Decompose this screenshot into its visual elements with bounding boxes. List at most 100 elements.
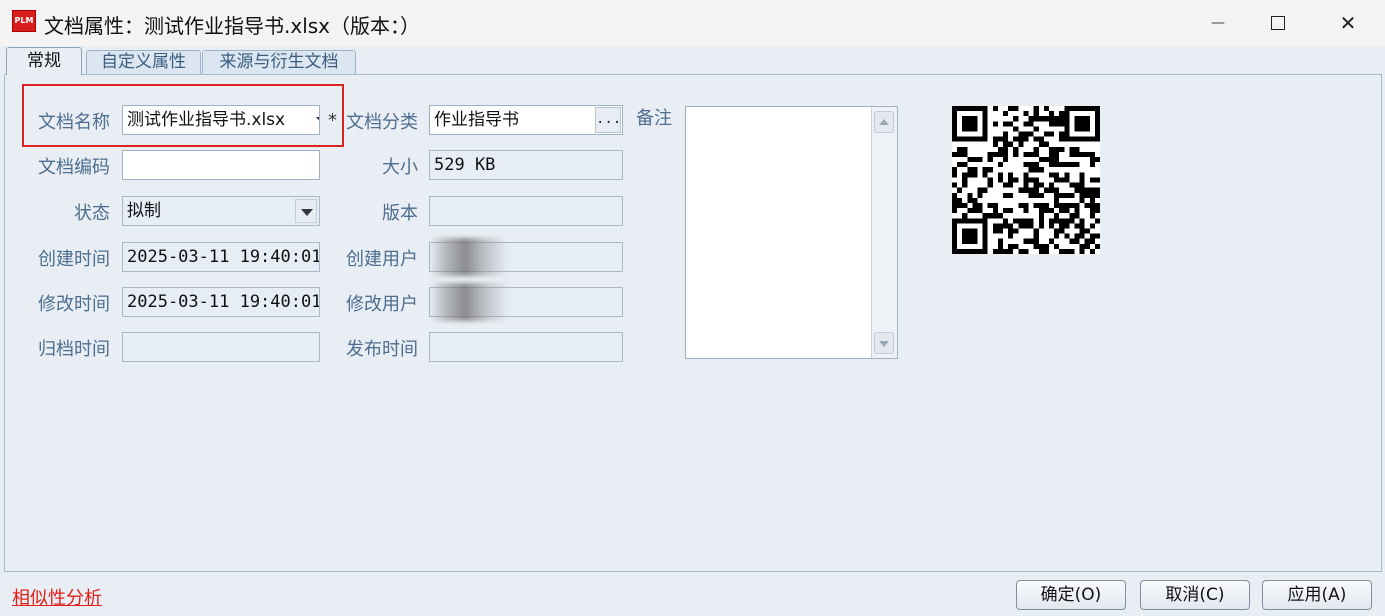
- qr-module: [1043, 248, 1049, 254]
- qr-module: [1094, 202, 1100, 209]
- qr-module: [1048, 208, 1055, 214]
- qr-module: [957, 151, 963, 158]
- qr-module: [1079, 136, 1085, 142]
- qr-module: [1079, 177, 1085, 183]
- qr-module: [1059, 146, 1065, 152]
- qr-module: [1054, 146, 1060, 152]
- doc-category-field[interactable]: 作业指导书 ...: [429, 105, 623, 135]
- qr-module: [1064, 136, 1070, 142]
- qr-module: [1094, 131, 1100, 137]
- scroll-up-icon[interactable]: [874, 111, 894, 133]
- qr-module: [982, 223, 988, 229]
- qr-module: [962, 238, 968, 244]
- qr-module: [997, 162, 1004, 168]
- qr-module: [1003, 131, 1009, 137]
- browse-button[interactable]: ...: [595, 107, 621, 133]
- qr-module: [1023, 162, 1029, 168]
- doc-code-input[interactable]: [122, 150, 320, 180]
- qr-module: [962, 126, 968, 132]
- qr-module: [987, 157, 993, 163]
- apply-button[interactable]: 应用(A): [1262, 580, 1372, 610]
- qr-module: [1048, 182, 1055, 188]
- qr-module: [952, 233, 958, 239]
- minimize-button[interactable]: —: [1188, 0, 1248, 46]
- qr-module: [1023, 202, 1029, 209]
- tab-general[interactable]: 常规: [6, 47, 82, 75]
- qr-module: [1054, 177, 1060, 183]
- qr-module: [1079, 172, 1085, 178]
- qr-module: [967, 126, 973, 132]
- qr-module: [992, 106, 998, 112]
- qr-module: [1033, 111, 1039, 117]
- maximize-button[interactable]: [1248, 0, 1308, 46]
- qr-module: [997, 151, 1004, 158]
- ok-button[interactable]: 确定(O): [1016, 580, 1126, 610]
- qr-module: [1003, 248, 1009, 254]
- qr-module: [1069, 162, 1075, 168]
- qr-module: [1094, 177, 1100, 183]
- qr-module: [992, 141, 998, 147]
- qr-module: [952, 172, 958, 178]
- qr-module: [1089, 136, 1095, 142]
- qr-module: [982, 213, 988, 219]
- qr-module: [1064, 208, 1070, 214]
- qr-module: [967, 116, 973, 122]
- qr-module: [1084, 192, 1090, 198]
- qr-module: [1089, 157, 1095, 163]
- doc-name-field[interactable]: 测试作业指导书.xlsx: [122, 105, 320, 135]
- qr-module: [1069, 106, 1075, 112]
- qr-module: [1074, 151, 1080, 158]
- qr-module: [967, 248, 973, 254]
- notes-scrollbar[interactable]: [871, 107, 897, 358]
- qr-module: [1089, 177, 1095, 183]
- redacted-user-avatar: [430, 283, 508, 321]
- qr-module: [1023, 223, 1029, 229]
- cancel-button[interactable]: 取消(C): [1140, 580, 1250, 610]
- qr-module: [1079, 151, 1085, 158]
- qr-module: [982, 248, 988, 254]
- qr-module: [1064, 218, 1070, 224]
- qr-module: [992, 213, 998, 219]
- qr-module: [982, 121, 988, 127]
- qr-module: [977, 218, 983, 224]
- qr-module: [1048, 146, 1055, 152]
- qr-module: [1008, 141, 1014, 147]
- qr-module: [1074, 182, 1080, 188]
- qr-module: [952, 208, 958, 214]
- qr-module: [1028, 192, 1034, 198]
- qr-module: [1023, 238, 1029, 244]
- qr-module: [1018, 141, 1024, 147]
- tab-custom-attributes[interactable]: 自定义属性: [86, 50, 201, 75]
- window-title: 文档属性：测试作业指导书.xlsx（版本：）: [44, 14, 421, 38]
- qr-module: [987, 202, 993, 209]
- qr-module: [1084, 116, 1090, 122]
- qr-module: [1013, 146, 1019, 152]
- qr-module: [977, 106, 983, 112]
- qr-module: [977, 136, 983, 142]
- close-button[interactable]: ✕: [1318, 0, 1378, 46]
- qr-module: [967, 238, 973, 244]
- notes-textarea[interactable]: [685, 106, 898, 359]
- qr-module: [1023, 111, 1029, 117]
- qr-module: [1033, 243, 1039, 249]
- qr-module: [967, 233, 973, 239]
- qr-module: [1064, 233, 1070, 239]
- qr-module: [1008, 243, 1014, 249]
- tab-source-derived-docs[interactable]: 来源与衍生文档: [202, 50, 356, 75]
- status-select[interactable]: 拟制: [122, 196, 320, 226]
- qr-module: [1069, 136, 1075, 142]
- similarity-analysis-link[interactable]: 相似性分析: [12, 584, 102, 610]
- qr-module: [997, 177, 1004, 183]
- qr-module: [952, 202, 958, 209]
- qr-module: [1003, 121, 1009, 127]
- qr-module: [1064, 202, 1070, 209]
- qr-module: [1079, 187, 1085, 193]
- qr-module: [1013, 228, 1019, 234]
- chevron-down-icon[interactable]: [295, 199, 317, 223]
- qr-module: [1018, 136, 1024, 142]
- qr-module: [1084, 228, 1090, 234]
- qr-module: [1064, 126, 1070, 132]
- qr-module: [952, 131, 958, 137]
- qr-module: [1069, 146, 1075, 152]
- scroll-down-icon[interactable]: [874, 332, 894, 354]
